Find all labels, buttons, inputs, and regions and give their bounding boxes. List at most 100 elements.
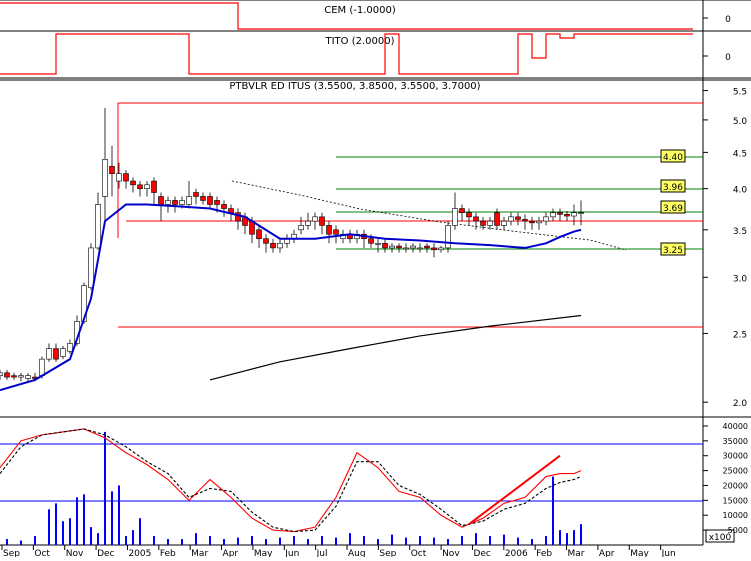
chart-window: CEM (-1.0000) TITO (2.0000) PTBVLR ED IT…	[0, 0, 751, 559]
price-y-tick-label: 2.5	[733, 330, 747, 340]
volume-y-tick-label: 25000	[723, 467, 748, 476]
candle-body	[382, 242, 388, 249]
x-tick-label: Dec	[473, 549, 490, 557]
volume-y-tick-label: 20000	[723, 481, 748, 490]
candle-body	[298, 225, 304, 231]
candle-body	[18, 375, 24, 378]
candle-body	[67, 343, 73, 352]
x-tick-label: Sep	[379, 549, 396, 557]
candle-body	[557, 212, 563, 215]
candle-body	[102, 158, 108, 197]
price-title: PTBVLR ED ITUS (3.5500, 3.8500, 3.5500, …	[229, 81, 480, 92]
volume-y-tick-label: 30000	[723, 452, 748, 461]
candle-body	[550, 212, 556, 218]
cem-title: CEM (-1.0000)	[324, 5, 396, 16]
candle-body	[571, 212, 577, 217]
ma-fast-line	[0, 203, 582, 392]
x-tick-label: Aug	[348, 549, 366, 557]
candle-body	[494, 212, 500, 226]
candle-body	[487, 220, 493, 226]
candle-body	[445, 225, 451, 249]
x-tick-label: Oct	[34, 549, 50, 557]
x-tick-label: Nov	[442, 549, 460, 557]
candle-body	[515, 216, 521, 220]
x-tick-label: Sep	[3, 549, 20, 557]
candle-body	[151, 180, 157, 193]
candle-body	[109, 166, 115, 174]
candle-body	[410, 245, 416, 249]
level-badge-369: 3.69	[660, 200, 686, 214]
candle-body	[25, 375, 31, 379]
level-badge-440: 4.40	[660, 149, 686, 163]
candle-body	[508, 216, 514, 222]
x-tick-label: 2005	[128, 549, 151, 557]
candle-body	[396, 245, 402, 249]
candle-body	[256, 229, 262, 240]
candle-body	[116, 173, 122, 182]
level-badge-396: 3.96	[660, 179, 686, 193]
level-label: 3.69	[663, 204, 683, 214]
candle-body	[480, 220, 486, 226]
candle-body	[529, 220, 535, 224]
x-tick-label: Feb	[536, 549, 552, 557]
tito-title: TITO (2.0000)	[324, 36, 394, 47]
oscillator-trendline	[468, 454, 561, 525]
candle-body	[53, 348, 59, 360]
price-y-tick-label: 5.0	[733, 117, 748, 127]
candle-body	[459, 208, 465, 213]
x-tick-label: Nov	[66, 549, 84, 557]
candle-body	[319, 216, 325, 226]
volume-y-tick-label: 15000	[723, 496, 748, 505]
candle-body	[179, 200, 185, 205]
candle-body	[11, 375, 17, 378]
candle-body	[172, 200, 178, 205]
candle-body	[200, 196, 206, 201]
x-tick-label: Feb	[160, 549, 176, 557]
candle-body	[389, 245, 395, 249]
price-y-tick-label: 5.5	[733, 88, 747, 98]
candle-body	[46, 348, 52, 360]
x-tick-label: Jun	[284, 549, 299, 557]
candle-body	[424, 245, 430, 249]
candle-body	[186, 196, 192, 205]
candle-body	[130, 180, 136, 186]
candle-body	[270, 242, 276, 249]
candle-body	[39, 358, 45, 376]
candle-body	[326, 225, 332, 235]
candle-body	[137, 184, 143, 189]
candle-body	[88, 247, 94, 289]
x-tick-label: Jun	[661, 549, 676, 557]
candle-body	[158, 196, 164, 205]
level-label: 4.40	[663, 153, 683, 163]
candle-body	[431, 247, 437, 251]
volume-y-tick-label: 35000	[723, 437, 748, 446]
x-tick-label: Mar	[191, 549, 208, 557]
candle-body	[536, 220, 542, 224]
x-tick-label: May	[254, 549, 273, 557]
candle-body	[564, 214, 570, 217]
x-tick-label: Apr	[223, 549, 239, 557]
candle-body	[438, 247, 444, 251]
candle-body	[95, 204, 101, 249]
level-label: 3.96	[663, 183, 683, 193]
candle-body	[277, 242, 283, 249]
x-tick-label: May	[630, 549, 649, 557]
candle-body	[403, 247, 409, 250]
y-tick-label: 0	[725, 15, 731, 25]
candle-body	[333, 229, 339, 235]
candle-body	[312, 216, 318, 222]
candle-body	[221, 204, 227, 209]
volume-y-tick-label: 10000	[723, 511, 748, 520]
chart-svg: CEM (-1.0000) TITO (2.0000) PTBVLR ED IT…	[0, 0, 751, 559]
ma-slow-line	[209, 314, 582, 381]
candle-body	[144, 184, 150, 189]
level-label: 3.25	[663, 246, 683, 256]
candle-body	[207, 196, 213, 205]
price-y-tick-label: 4.0	[733, 186, 748, 196]
candle-body	[417, 247, 423, 250]
price-y-tick-label: 4.5	[733, 149, 747, 159]
volume-y-tick-label: 5000	[728, 526, 748, 535]
x-tick-label: 2006	[505, 549, 528, 557]
y-tick-label: 0	[725, 53, 731, 63]
candle-body	[214, 200, 220, 205]
